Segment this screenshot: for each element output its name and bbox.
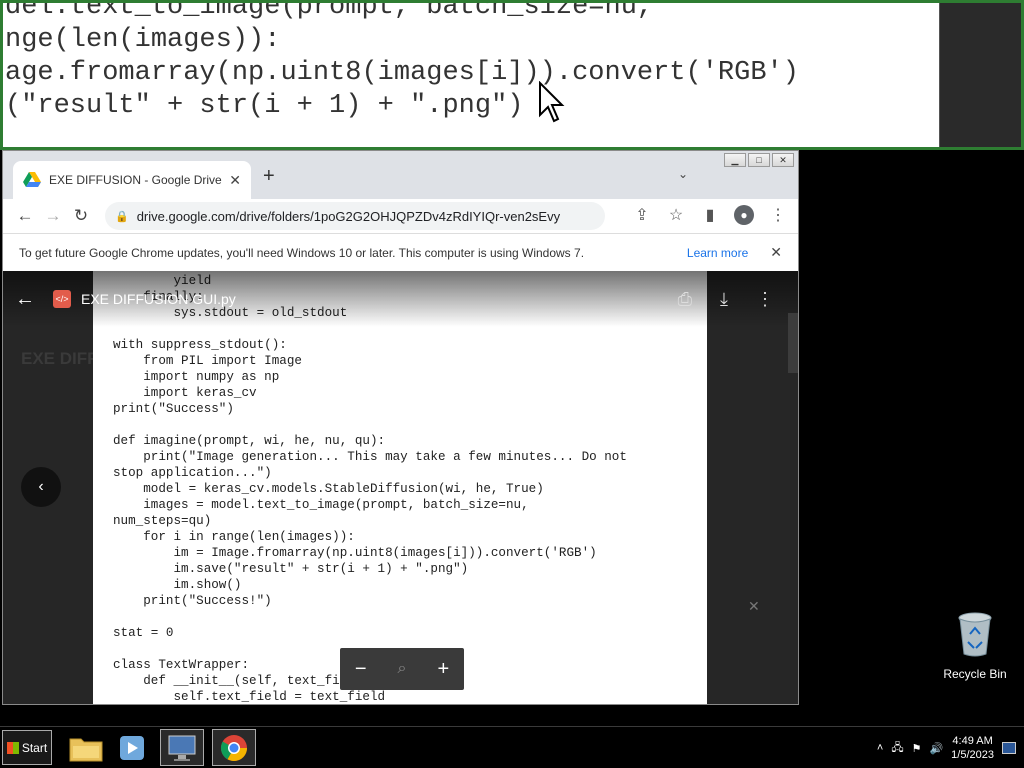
cursor-icon (539, 81, 565, 123)
viewer-header: ← </> EXE DIFFUSION GUI.py ⎙ ⤓ ⋮ (3, 271, 798, 327)
learn-more-link[interactable]: Learn more (687, 246, 748, 260)
google-drive-icon (23, 172, 41, 187)
taskbar-media-player[interactable] (110, 729, 154, 766)
side-panel-icon[interactable]: ▮ (700, 205, 720, 225)
more-options-icon[interactable]: ⋮ (756, 289, 774, 310)
clock-date: 1/5/2023 (951, 749, 994, 761)
zoom-in-button[interactable]: + (428, 658, 458, 681)
lock-icon[interactable]: 🔒 (115, 210, 129, 223)
share-icon[interactable]: ⇪ (632, 205, 652, 225)
menu-kebab-icon[interactable]: ⋮ (768, 205, 788, 225)
update-infobar: To get future Google Chrome updates, you… (3, 233, 798, 271)
network-icon[interactable]: 🖧 (891, 739, 903, 758)
magnifier-window: del.text_to_image(prompt, batch_size=nu,… (0, 0, 1024, 150)
address-bar[interactable]: 🔒 drive.google.com/drive/folders/1poG2G2… (105, 202, 605, 230)
code-content: yield finally: sys.stdout = old_stdout w… (113, 274, 627, 704)
minimize-button[interactable]: ▁ (724, 153, 746, 167)
volume-icon[interactable]: 🔊 (929, 742, 943, 755)
tab-close-icon[interactable]: ✕ (229, 172, 241, 189)
infobar-close-icon[interactable]: ✕ (770, 244, 782, 261)
file-name: EXE DIFFUSION GUI.py (81, 291, 236, 307)
new-tab-button[interactable]: + (263, 165, 275, 188)
taskbar-explorer[interactable] (64, 729, 108, 766)
previous-file-button[interactable]: ‹ (21, 467, 61, 507)
zoom-controls: − ⌕ + (340, 648, 464, 690)
title-bar: EXE DIFFUSION - Google Drive ✕ + ⌄ ▁ □ ✕ (3, 151, 798, 199)
file-viewer: EXE DIFF yield finally: sys.stdout = old… (3, 271, 798, 704)
close-icon: ✕ (748, 598, 760, 614)
tab-drive[interactable]: EXE DIFFUSION - Google Drive ✕ (13, 161, 251, 199)
taskbar: Start ˄ 🖧 ⚑ 🔊 4:49 AM 1/5/2023 (0, 726, 1024, 768)
start-button[interactable]: Start (2, 730, 52, 765)
bookmark-star-icon[interactable]: ☆ (666, 205, 686, 225)
magnifier-dark-area (939, 3, 1021, 147)
taskbar-chrome[interactable] (212, 729, 256, 766)
window-controls: ▁ □ ✕ (724, 153, 794, 167)
document-page: yield finally: sys.stdout = old_stdout w… (93, 271, 707, 704)
clock-time: 4:49 AM (952, 735, 993, 747)
scrollbar[interactable] (788, 313, 798, 373)
tab-title: EXE DIFFUSION - Google Drive (49, 173, 222, 187)
show-hidden-icons-icon[interactable]: ˄ (877, 742, 883, 754)
desktop: del.text_to_image(prompt, batch_size=nu,… (0, 0, 1024, 768)
recycle-bin[interactable]: Recycle Bin (938, 612, 1012, 681)
close-viewer-arrow-icon[interactable]: ← (15, 288, 53, 311)
system-tray: ˄ 🖧 ⚑ 🔊 4:49 AM 1/5/2023 (877, 731, 1016, 765)
chrome-icon (220, 734, 248, 761)
print-icon[interactable]: ⎙ (678, 289, 692, 310)
code-file-icon: </> (53, 290, 71, 308)
show-desktop-icon[interactable] (1002, 742, 1016, 754)
zoom-out-button[interactable]: − (346, 658, 376, 681)
download-icon[interactable]: ⤓ (720, 289, 728, 310)
infobar-message: To get future Google Chrome updates, you… (19, 245, 585, 260)
recycle-bin-icon (958, 612, 992, 657)
computer-icon (168, 735, 196, 761)
forward-arrow-icon[interactable]: → (39, 206, 67, 226)
start-label: Start (21, 740, 48, 755)
browser-toolbar: ← → ↻ 🔒 drive.google.com/drive/folders/1… (3, 199, 798, 233)
media-player-icon (120, 735, 144, 760)
recycle-bin-label: Recycle Bin (943, 667, 1007, 681)
maximize-button[interactable]: □ (748, 153, 770, 167)
folder-icon (69, 738, 103, 761)
tab-search-chevron-icon[interactable]: ⌄ (678, 167, 688, 181)
background-folder-title: EXE DIFF (21, 349, 98, 368)
clock[interactable]: 4:49 AM 1/5/2023 (951, 734, 994, 762)
profile-avatar-icon[interactable]: ● (734, 205, 754, 225)
chrome-window: EXE DIFFUSION - Google Drive ✕ + ⌄ ▁ □ ✕… (2, 150, 799, 705)
back-arrow-icon[interactable]: ← (11, 206, 39, 226)
action-center-flag-icon[interactable]: ⚑ (912, 742, 922, 755)
zoom-magnifier-icon[interactable]: ⌕ (387, 660, 417, 678)
reload-icon[interactable]: ↻ (67, 206, 95, 226)
close-window-button[interactable]: ✕ (772, 153, 794, 167)
windows-logo-icon (6, 741, 19, 754)
magnified-code: del.text_to_image(prompt, batch_size=nu,… (5, 0, 799, 121)
url-text[interactable]: drive.google.com/drive/folders/1poG2G2OH… (137, 209, 560, 224)
taskbar-remote-desktop[interactable] (160, 729, 204, 766)
